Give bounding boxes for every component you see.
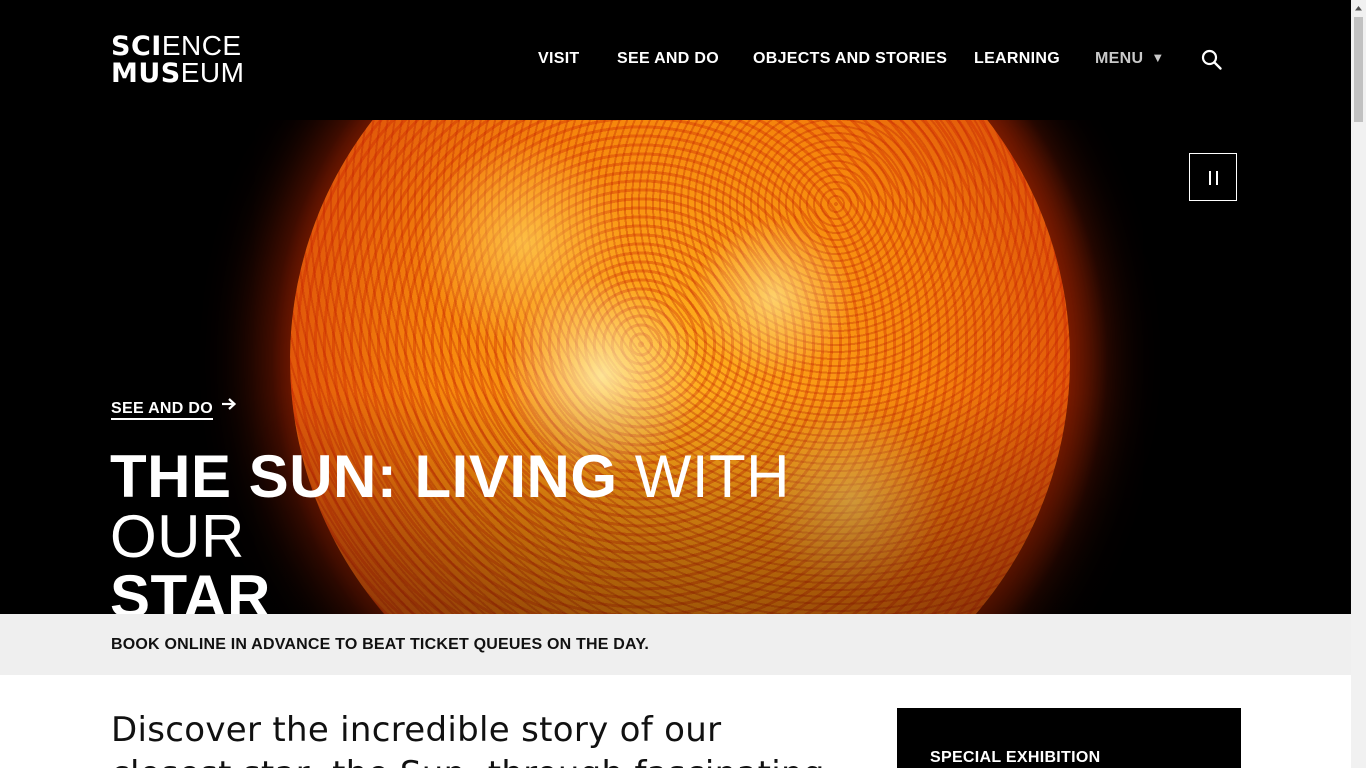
- logo-line2-light: EUM: [180, 57, 245, 88]
- nav-see-and-do[interactable]: SEE AND DO: [617, 50, 719, 68]
- nav-objects-and-stories[interactable]: OBJECTS AND STORIES: [753, 50, 947, 68]
- special-exhibition-label: SPECIAL EXHIBITION: [930, 749, 1101, 766]
- pause-button[interactable]: [1189, 153, 1237, 201]
- intro-text: Discover the incredible story of our clo…: [111, 710, 824, 768]
- logo-line2-bold: MUS: [111, 58, 181, 89]
- page-scrollbar[interactable]: [1351, 0, 1366, 768]
- caret-down-icon: ▼: [1151, 50, 1165, 65]
- scroll-up-arrow-icon[interactable]: [1351, 0, 1366, 17]
- search-button[interactable]: [1200, 48, 1224, 72]
- category-label: SEE AND DO: [111, 399, 213, 420]
- hero-banner: SEE AND DO THE SUN: LIVING WITH OUR STAR: [0, 120, 1351, 614]
- arrow-right-icon: [221, 397, 237, 416]
- nav-learning[interactable]: LEARNING: [974, 50, 1060, 68]
- special-exhibition-panel: SPECIAL EXHIBITION: [897, 708, 1241, 768]
- hero-title-part3: STAR: [110, 563, 271, 615]
- hero-title-part1: THE SUN: LIVING: [110, 443, 635, 510]
- science-museum-logo[interactable]: SCIENCE MUSEUM: [111, 32, 251, 89]
- notice-bar: BOOK ONLINE IN ADVANCE TO BEAT TICKET QU…: [0, 614, 1351, 675]
- search-icon: [1201, 49, 1222, 70]
- menu-label: MENU: [1095, 50, 1144, 67]
- menu-button[interactable]: MENU ▼: [1095, 50, 1164, 68]
- notice-text: BOOK ONLINE IN ADVANCE TO BEAT TICKET QU…: [111, 636, 650, 653]
- site-header: SCIENCE MUSEUM VISIT SEE AND DO OBJECTS …: [0, 0, 1351, 120]
- hero-title[interactable]: THE SUN: LIVING WITH OUR STAR: [110, 447, 870, 615]
- see-and-do-link[interactable]: SEE AND DO: [111, 397, 237, 420]
- nav-visit[interactable]: VISIT: [538, 50, 580, 68]
- scrollbar-thumb[interactable]: [1354, 17, 1363, 122]
